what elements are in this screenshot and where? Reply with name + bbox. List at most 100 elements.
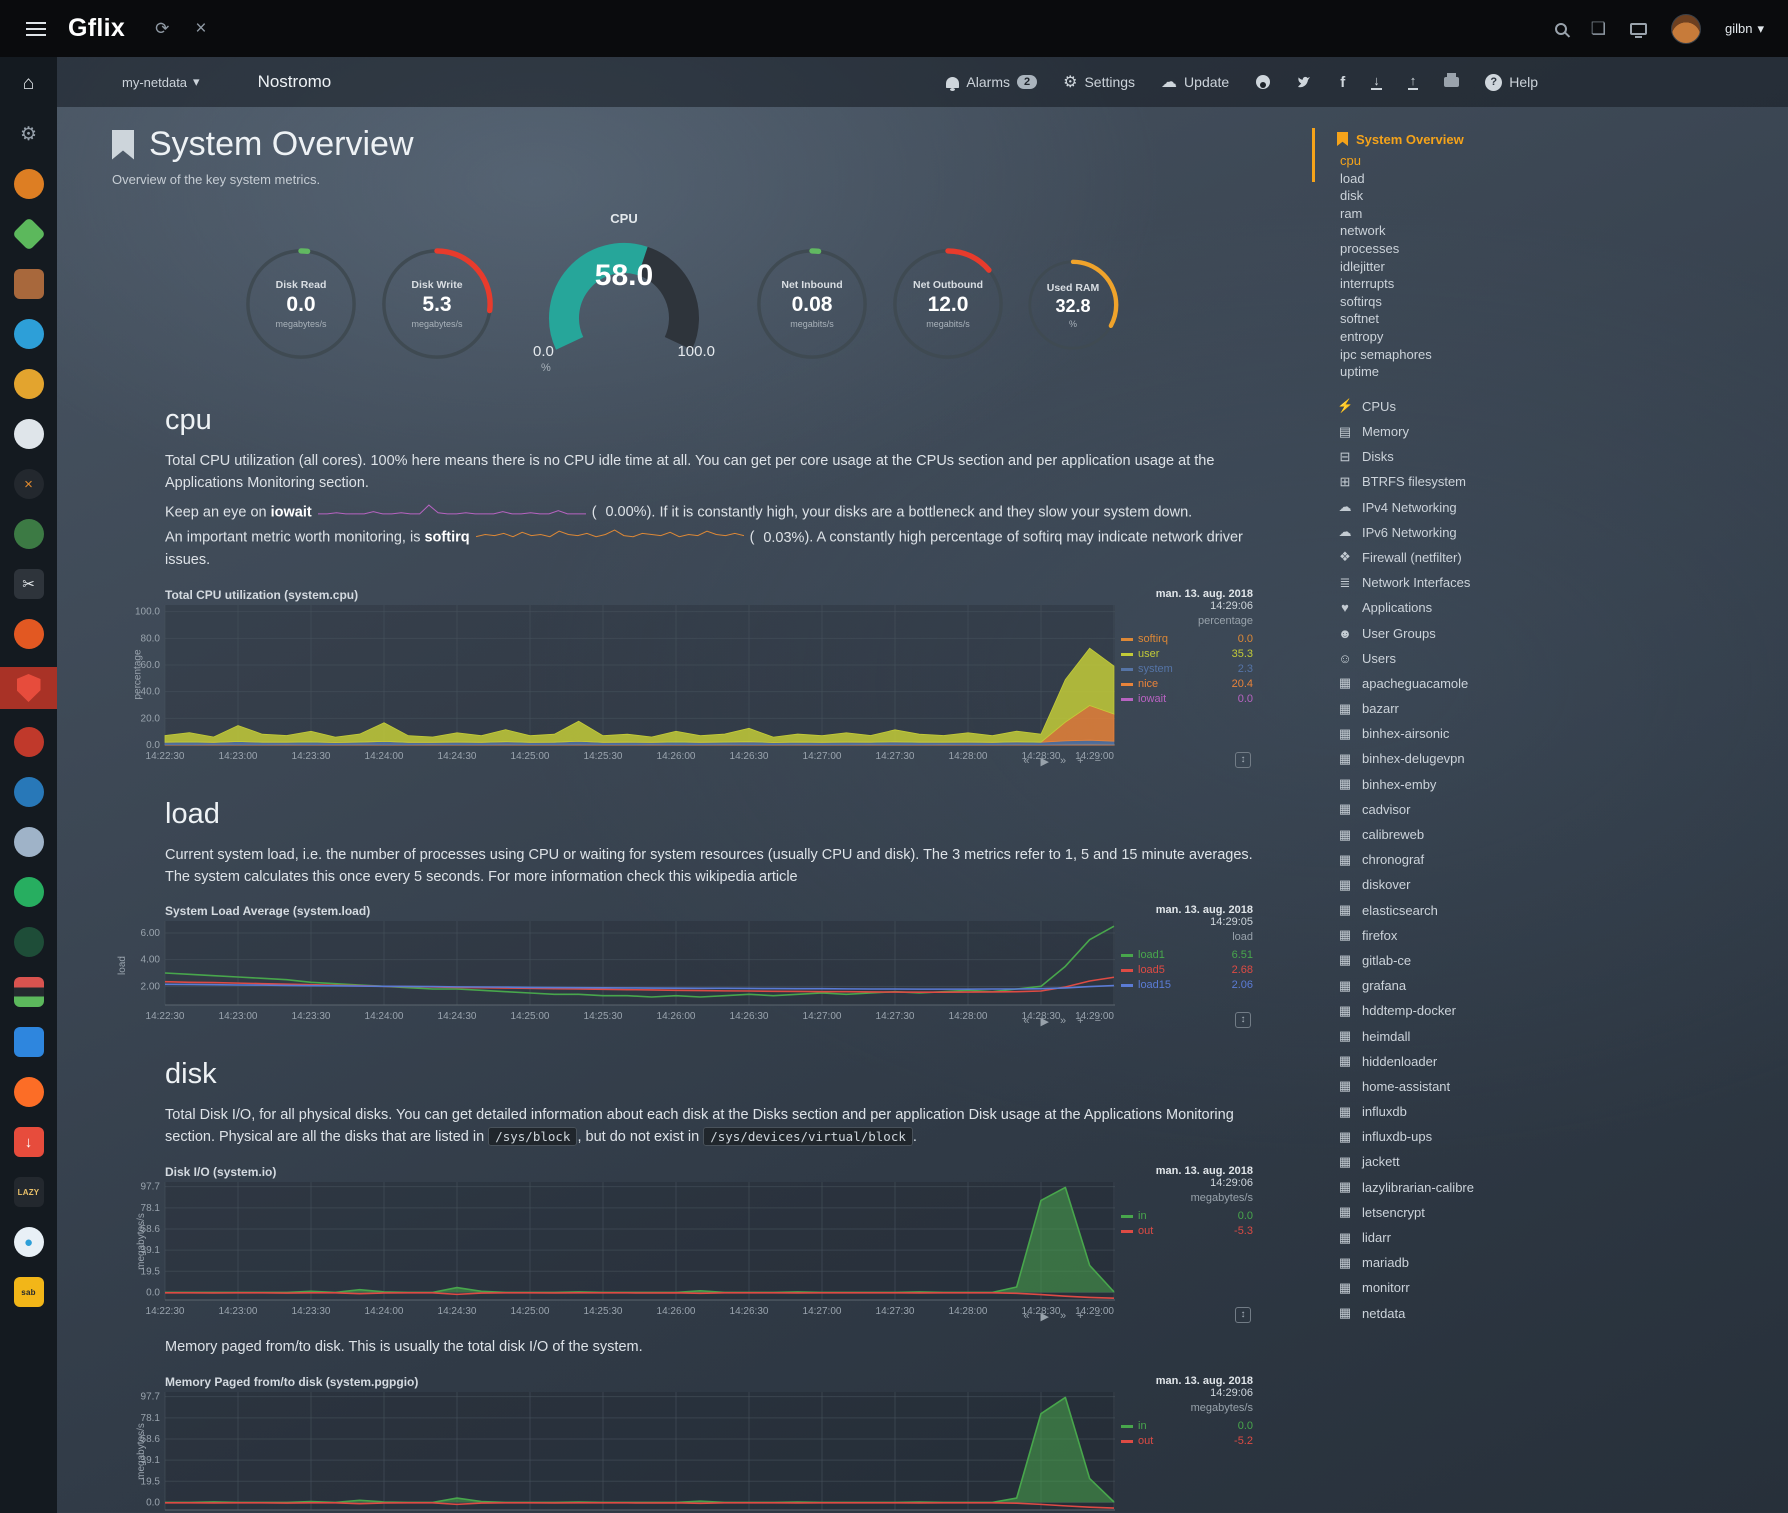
nav-netdata[interactable]: ▦netdata: [1337, 1300, 1782, 1325]
settings-button[interactable]: ⚙ Settings: [1063, 72, 1135, 92]
nav-network[interactable]: network: [1337, 222, 1782, 240]
nav-hddtemp-docker[interactable]: ▦hddtemp-docker: [1337, 998, 1782, 1023]
nav-uptime[interactable]: uptime: [1337, 363, 1782, 381]
chart-resize-handle[interactable]: ↕: [1235, 1307, 1251, 1323]
sidebar-settings-icon[interactable]: ⚙: [0, 117, 57, 151]
skip-back-button[interactable]: «: [1023, 1310, 1029, 1323]
sidebar-app-sab-icon[interactable]: sab: [0, 1275, 57, 1309]
sidebar-home-icon[interactable]: ⌂: [0, 67, 57, 101]
play-button[interactable]: ▶: [1041, 1015, 1049, 1028]
nav-home-assistant[interactable]: ▦home-assistant: [1337, 1074, 1782, 1099]
skip-back-button[interactable]: «: [1023, 1015, 1029, 1028]
nav-heimdall[interactable]: ▦heimdall: [1337, 1023, 1782, 1048]
nav-disks[interactable]: ⊟Disks: [1337, 444, 1782, 469]
sidebar-app-green-diamond-icon[interactable]: [0, 217, 57, 251]
nav-mariadb[interactable]: ▦mariadb: [1337, 1250, 1782, 1275]
nav-softirqs[interactable]: softirqs: [1337, 293, 1782, 311]
nav-interrupts[interactable]: interrupts: [1337, 275, 1782, 293]
nav-monitorr[interactable]: ▦monitorr: [1337, 1275, 1782, 1300]
sidebar-app-leaf-icon[interactable]: [0, 925, 57, 959]
display-icon[interactable]: [1630, 23, 1647, 35]
sidebar-app-green-disc-icon[interactable]: [0, 517, 57, 551]
sidebar-app-drop-icon[interactable]: ●: [0, 1225, 57, 1259]
nav-cpu[interactable]: cpu: [1337, 152, 1782, 170]
print-button[interactable]: [1444, 77, 1459, 87]
nav-bazarr[interactable]: ▦bazarr: [1337, 696, 1782, 721]
sidebar-app-lazy-icon[interactable]: LAZY: [0, 1175, 57, 1209]
nav-users[interactable]: ☺Users: [1337, 646, 1782, 671]
twitter-button[interactable]: [1297, 75, 1314, 89]
sidebar-app-red-cluster-icon[interactable]: [0, 725, 57, 759]
help-button[interactable]: ? Help: [1485, 74, 1538, 91]
chart-plot-area[interactable]: 2.004.006.0014:22:3014:23:0014:23:3014:2…: [119, 917, 1115, 1028]
play-button[interactable]: ▶: [1041, 755, 1049, 768]
chart-plot-area[interactable]: 0.019.539.158.678.197.714:22:3014:23:001…: [119, 1178, 1115, 1323]
nav-firewall-netfilter-[interactable]: ❖Firewall (netfilter): [1337, 545, 1782, 570]
server-selector[interactable]: my-netdata▾: [122, 74, 200, 90]
search-icon[interactable]: [1555, 23, 1567, 35]
nav-binhex-delugevpn[interactable]: ▦binhex-delugevpn: [1337, 746, 1782, 771]
upload-button[interactable]: ↑: [1408, 75, 1419, 90]
skip-back-button[interactable]: «: [1023, 755, 1029, 768]
sidebar-app-crates-icon[interactable]: [0, 267, 57, 301]
nav-ipv6-networking[interactable]: ☁IPv6 Networking: [1337, 520, 1782, 545]
legend-item-user[interactable]: user35.3: [1121, 647, 1253, 662]
alarms-button[interactable]: Alarms 2: [946, 74, 1037, 90]
nav-system-overview[interactable]: System Overview: [1337, 128, 1782, 150]
cpu-gauge[interactable]: CPU 58.0 0.0 100.0 %: [519, 211, 729, 374]
legend-item-in[interactable]: in0.0: [1121, 1419, 1253, 1434]
sidebar-app-red-down-icon[interactable]: ↓: [0, 1125, 57, 1159]
skip-forward-button[interactable]: »: [1060, 1310, 1066, 1323]
nav-hiddenloader[interactable]: ▦hiddenloader: [1337, 1049, 1782, 1074]
nav-user-groups[interactable]: ☻User Groups: [1337, 620, 1782, 645]
nav-btrfs-filesystem[interactable]: ⊞BTRFS filesystem: [1337, 469, 1782, 494]
nav-idlejitter[interactable]: idlejitter: [1337, 258, 1782, 276]
chart-plot-area[interactable]: 0.020.040.060.080.0100.014:22:3014:23:00…: [119, 601, 1115, 768]
nav-processes[interactable]: processes: [1337, 240, 1782, 258]
nav-cpus[interactable]: ⚡CPUs: [1337, 394, 1782, 419]
sidebar-app-stripes-icon[interactable]: [0, 975, 57, 1009]
sidebar-app-blue-disc-icon[interactable]: [0, 317, 57, 351]
nav-grafana[interactable]: ▦grafana: [1337, 973, 1782, 998]
nav-applications[interactable]: ♥Applications: [1337, 595, 1782, 620]
nav-cadvisor[interactable]: ▦cadvisor: [1337, 797, 1782, 822]
sidebar-app-blue-window-icon[interactable]: [0, 1025, 57, 1059]
nav-memory[interactable]: ▤Memory: [1337, 419, 1782, 444]
legend-item-out[interactable]: out-5.2: [1121, 1434, 1253, 1449]
legend-item-load1[interactable]: load16.51: [1121, 948, 1253, 963]
skip-forward-button[interactable]: »: [1060, 1015, 1066, 1028]
nav-letsencrypt[interactable]: ▦letsencrypt: [1337, 1200, 1782, 1225]
legend-item-nice[interactable]: nice20.4: [1121, 677, 1253, 692]
legend-item-in[interactable]: in0.0: [1121, 1209, 1253, 1224]
sidebar-app-shield-icon[interactable]: [0, 667, 57, 709]
play-button[interactable]: ▶: [1041, 1310, 1049, 1323]
zoom-out-button[interactable]: −: [1095, 1015, 1101, 1028]
zoom-out-button[interactable]: −: [1095, 755, 1101, 768]
zoom-in-button[interactable]: +: [1077, 1015, 1083, 1028]
sidebar-app-fox-icon[interactable]: [0, 1075, 57, 1109]
legend-item-iowait[interactable]: iowait0.0: [1121, 692, 1253, 707]
legend-item-system[interactable]: system2.3: [1121, 662, 1253, 677]
sidebar-app-flame-icon[interactable]: [0, 617, 57, 651]
nav-firefox[interactable]: ▦firefox: [1337, 923, 1782, 948]
refresh-icon[interactable]: ⟳: [155, 19, 169, 39]
legend-item-load15[interactable]: load152.06: [1121, 978, 1253, 993]
legend-item-softirq[interactable]: softirq0.0: [1121, 632, 1253, 647]
nav-calibreweb[interactable]: ▦calibreweb: [1337, 822, 1782, 847]
zoom-out-button[interactable]: −: [1095, 1310, 1101, 1323]
sidebar-app-dark-x-icon[interactable]: ×: [0, 467, 57, 501]
nav-lidarr[interactable]: ▦lidarr: [1337, 1225, 1782, 1250]
nav-elasticsearch[interactable]: ▦elasticsearch: [1337, 897, 1782, 922]
nav-disk[interactable]: disk: [1337, 187, 1782, 205]
update-button[interactable]: ☁ Update: [1161, 72, 1229, 92]
sidebar-app-green-u-icon[interactable]: [0, 875, 57, 909]
sidebar-app-light-disc-icon[interactable]: [0, 417, 57, 451]
menu-icon[interactable]: [26, 22, 46, 24]
facebook-button[interactable]: f: [1340, 74, 1345, 91]
nav-influxdb-ups[interactable]: ▦influxdb-ups: [1337, 1124, 1782, 1149]
download-button[interactable]: ↓: [1371, 75, 1382, 90]
sidebar-app-amber-search-icon[interactable]: [0, 367, 57, 401]
nav-ipc-semaphores[interactable]: ipc semaphores: [1337, 346, 1782, 364]
zoom-in-button[interactable]: +: [1077, 755, 1083, 768]
nav-ram[interactable]: ram: [1337, 205, 1782, 223]
